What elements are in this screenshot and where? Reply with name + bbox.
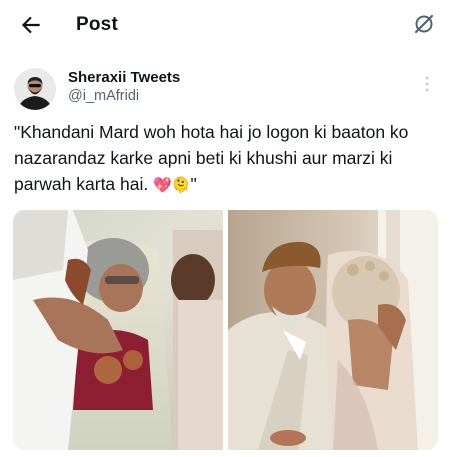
- back-button[interactable]: [18, 12, 44, 38]
- author-handle[interactable]: @i_mAfridi: [68, 88, 139, 104]
- photo-father-embracing-bride[interactable]: [13, 210, 223, 450]
- avatar[interactable]: [14, 68, 56, 110]
- tweet-media: [13, 210, 438, 450]
- arrow-left-icon: [21, 16, 40, 34]
- top-bar: Post: [0, 0, 450, 52]
- tweet-text: "Khandani Mard woh hota hai jo logon ki …: [14, 119, 442, 199]
- grok-icon: [414, 14, 434, 34]
- emoji-sparkling-heart-icon: 💖🫠: [153, 177, 191, 194]
- tweet-body: "Khandani Mard woh hota hai jo logon ki …: [14, 122, 409, 194]
- page-title: Post: [76, 14, 118, 35]
- photo-father-kissing-bride-forehead[interactable]: [228, 210, 438, 450]
- more-options-button[interactable]: [424, 76, 430, 92]
- author-name[interactable]: Sheraxii Tweets: [68, 69, 180, 86]
- grok-button[interactable]: [412, 12, 436, 36]
- tweet-closing-quote: ": [190, 174, 197, 194]
- more-vertical-icon: [425, 76, 429, 92]
